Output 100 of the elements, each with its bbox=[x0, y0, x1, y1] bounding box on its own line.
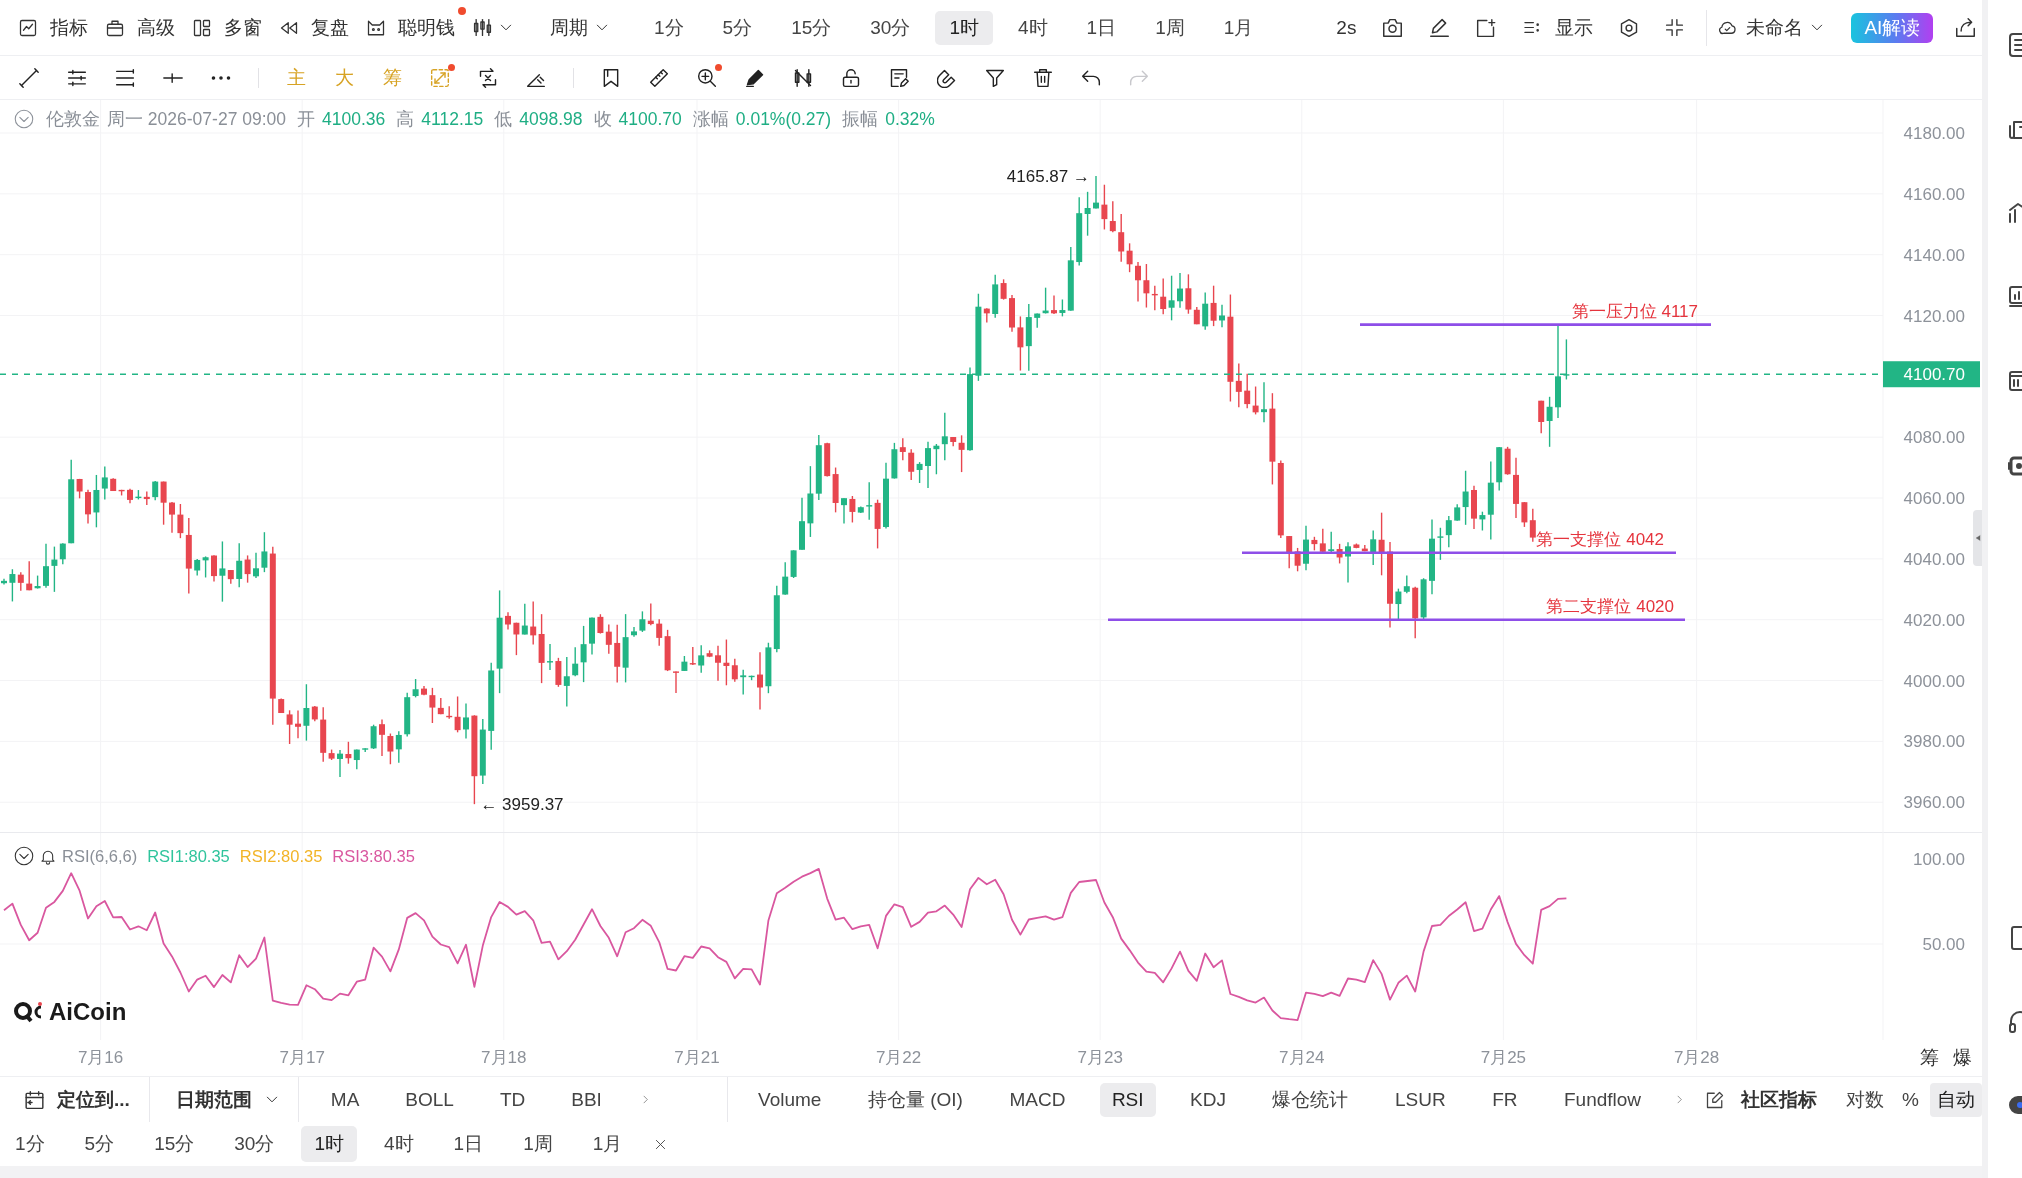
document-icon[interactable] bbox=[2008, 32, 2022, 58]
period-tab[interactable]: 5分 bbox=[708, 10, 767, 45]
field-value: 4112.15 bbox=[421, 108, 484, 130]
bookmark-icon[interactable] bbox=[601, 67, 621, 88]
period-tab[interactable]: 1月 bbox=[579, 1126, 636, 1162]
field-label: 涨幅 bbox=[692, 108, 729, 131]
field-value: 4100.70 bbox=[618, 108, 682, 130]
indicator-button[interactable]: BOLL bbox=[399, 1082, 460, 1117]
logo-icon bbox=[13, 1001, 43, 1023]
date-range-dropdown[interactable]: 日期范围 bbox=[175, 1086, 278, 1113]
chevron-circle-icon[interactable] bbox=[14, 846, 34, 866]
calendar-icon bbox=[24, 1089, 45, 1110]
indicator-button[interactable]: 爆仓统计 bbox=[1260, 1082, 1361, 1117]
axis-label: 7月21 bbox=[674, 1048, 720, 1067]
phone-icon[interactable] bbox=[2008, 925, 2022, 951]
shrink-icon[interactable] bbox=[1665, 18, 1685, 37]
refresh-interval[interactable]: 2s bbox=[1336, 16, 1357, 39]
hide-candles-icon[interactable] bbox=[793, 67, 813, 88]
camera-icon[interactable] bbox=[1382, 17, 1404, 38]
briefcase-icon bbox=[106, 18, 124, 37]
monitor-chart-icon[interactable] bbox=[2008, 284, 2022, 310]
period-tab[interactable]: 1分 bbox=[640, 10, 698, 45]
indicator-button[interactable]: RSI bbox=[1099, 1082, 1156, 1117]
period-tab[interactable]: 1时 bbox=[301, 1126, 357, 1162]
filter-icon[interactable] bbox=[985, 67, 1005, 88]
period-tab[interactable]: 15分 bbox=[777, 10, 846, 45]
level-label: 第二支撑位 4020 bbox=[1546, 596, 1674, 616]
indicator-button[interactable]: Fundflow bbox=[1552, 1082, 1654, 1117]
toolbar-button[interactable]: 复盘 bbox=[280, 14, 349, 41]
axis-label: 4000.00 bbox=[1903, 671, 1965, 691]
caret-icon[interactable] bbox=[500, 24, 512, 31]
indicator-button[interactable]: LSUR bbox=[1382, 1082, 1458, 1117]
locate-button[interactable]: 定位到... bbox=[24, 1086, 130, 1113]
indicator-button[interactable]: MACD bbox=[997, 1082, 1078, 1117]
line-tool-icon[interactable] bbox=[19, 67, 39, 88]
add-square-icon[interactable] bbox=[1476, 17, 1497, 38]
ruler-icon[interactable] bbox=[649, 67, 669, 88]
candlestick-icon[interactable] bbox=[473, 18, 492, 37]
period-menu[interactable]: 周期 bbox=[550, 14, 608, 41]
axis-label: 7月16 bbox=[77, 1048, 124, 1067]
parallel-channel-icon[interactable] bbox=[67, 67, 87, 88]
axis-label: 7月24 bbox=[1279, 1048, 1325, 1067]
display-button[interactable]: 显示 bbox=[1522, 14, 1594, 41]
indicator-button[interactable]: MA bbox=[324, 1082, 366, 1117]
scale-option[interactable]: 自动 bbox=[1930, 1082, 1982, 1117]
close-icon[interactable] bbox=[655, 1138, 667, 1150]
indicator-button[interactable]: TD bbox=[493, 1082, 532, 1117]
period-tab[interactable]: 1日 bbox=[1072, 10, 1131, 45]
layout-name-dropdown[interactable]: 未命名 bbox=[1717, 14, 1824, 41]
chart-toggle[interactable]: 爆 bbox=[1953, 1045, 1972, 1071]
horizontal-lines-icon[interactable] bbox=[115, 67, 135, 88]
indicator-value: RSI3:80.35 bbox=[332, 846, 415, 866]
pencil-icon[interactable] bbox=[1429, 17, 1451, 38]
period-tab[interactable]: 1周 bbox=[1141, 10, 1199, 45]
period-tab[interactable]: 15分 bbox=[141, 1126, 208, 1162]
period-tab[interactable]: 1日 bbox=[440, 1126, 497, 1162]
magnet-icon[interactable] bbox=[937, 67, 957, 88]
chart-toggle[interactable]: 筹 bbox=[1920, 1045, 1939, 1071]
toolbar-button[interactable]: 聪明钱 bbox=[367, 14, 455, 41]
headset-icon[interactable] bbox=[2008, 1009, 2022, 1035]
toolbar-button[interactable]: 指标 bbox=[19, 14, 88, 41]
toolbar-button[interactable]: 高级 bbox=[106, 14, 175, 41]
scale-option[interactable]: 对数 bbox=[1839, 1082, 1892, 1117]
trash-icon[interactable] bbox=[1033, 67, 1053, 88]
period-tab[interactable]: 1时 bbox=[935, 10, 993, 45]
field-label: 高 bbox=[396, 108, 415, 131]
period-tab[interactable]: 4时 bbox=[1004, 10, 1062, 45]
period-tab[interactable]: 30分 bbox=[856, 10, 925, 45]
layout-icon bbox=[193, 18, 211, 37]
note-icon[interactable] bbox=[889, 67, 909, 88]
indicator-button[interactable]: 持仓量 (OI) bbox=[855, 1082, 975, 1117]
scale-option[interactable]: % bbox=[1895, 1082, 1926, 1117]
indicator-value: RSI2:80.35 bbox=[239, 846, 323, 866]
level-label: 第一压力位 4117 bbox=[1571, 301, 1698, 321]
swap-icon[interactable] bbox=[478, 67, 498, 88]
caret-icon bbox=[1811, 24, 1824, 31]
high-price-marker: 4165.87 → bbox=[1006, 167, 1090, 186]
indicator-button[interactable]: FR bbox=[1480, 1082, 1530, 1117]
period-tab[interactable]: 1周 bbox=[510, 1126, 566, 1162]
ticket-icon[interactable] bbox=[2008, 368, 2022, 394]
indicator-button[interactable]: Volume bbox=[746, 1082, 834, 1117]
indicator-button[interactable]: KDJ bbox=[1178, 1082, 1238, 1117]
settings-icon[interactable] bbox=[1619, 17, 1640, 38]
edit-icon[interactable] bbox=[1706, 1090, 1725, 1109]
toolbar-button[interactable]: 多窗 bbox=[193, 14, 262, 41]
period-tab[interactable]: 1分 bbox=[2, 1126, 58, 1162]
period-tab[interactable]: 5分 bbox=[71, 1126, 128, 1162]
indicator-button[interactable]: BBI bbox=[565, 1082, 608, 1117]
marker-icon[interactable] bbox=[745, 67, 765, 88]
period-tab[interactable]: 30分 bbox=[221, 1126, 288, 1162]
collapse-handle[interactable] bbox=[1973, 510, 1982, 566]
axis-label: 50.00 bbox=[1922, 935, 1965, 954]
zoom-in-icon[interactable] bbox=[697, 67, 717, 88]
community-indicators-button[interactable]: 社区指标 bbox=[1740, 1086, 1817, 1113]
last-price-tag: 4100.70 bbox=[1883, 361, 1980, 388]
period-tab[interactable]: 1月 bbox=[1209, 10, 1268, 45]
unlock-icon[interactable] bbox=[841, 67, 861, 88]
share-icon[interactable] bbox=[1955, 17, 1977, 38]
period-tab[interactable]: 4时 bbox=[371, 1126, 427, 1162]
bar-chart-icon[interactable] bbox=[2008, 200, 2022, 226]
